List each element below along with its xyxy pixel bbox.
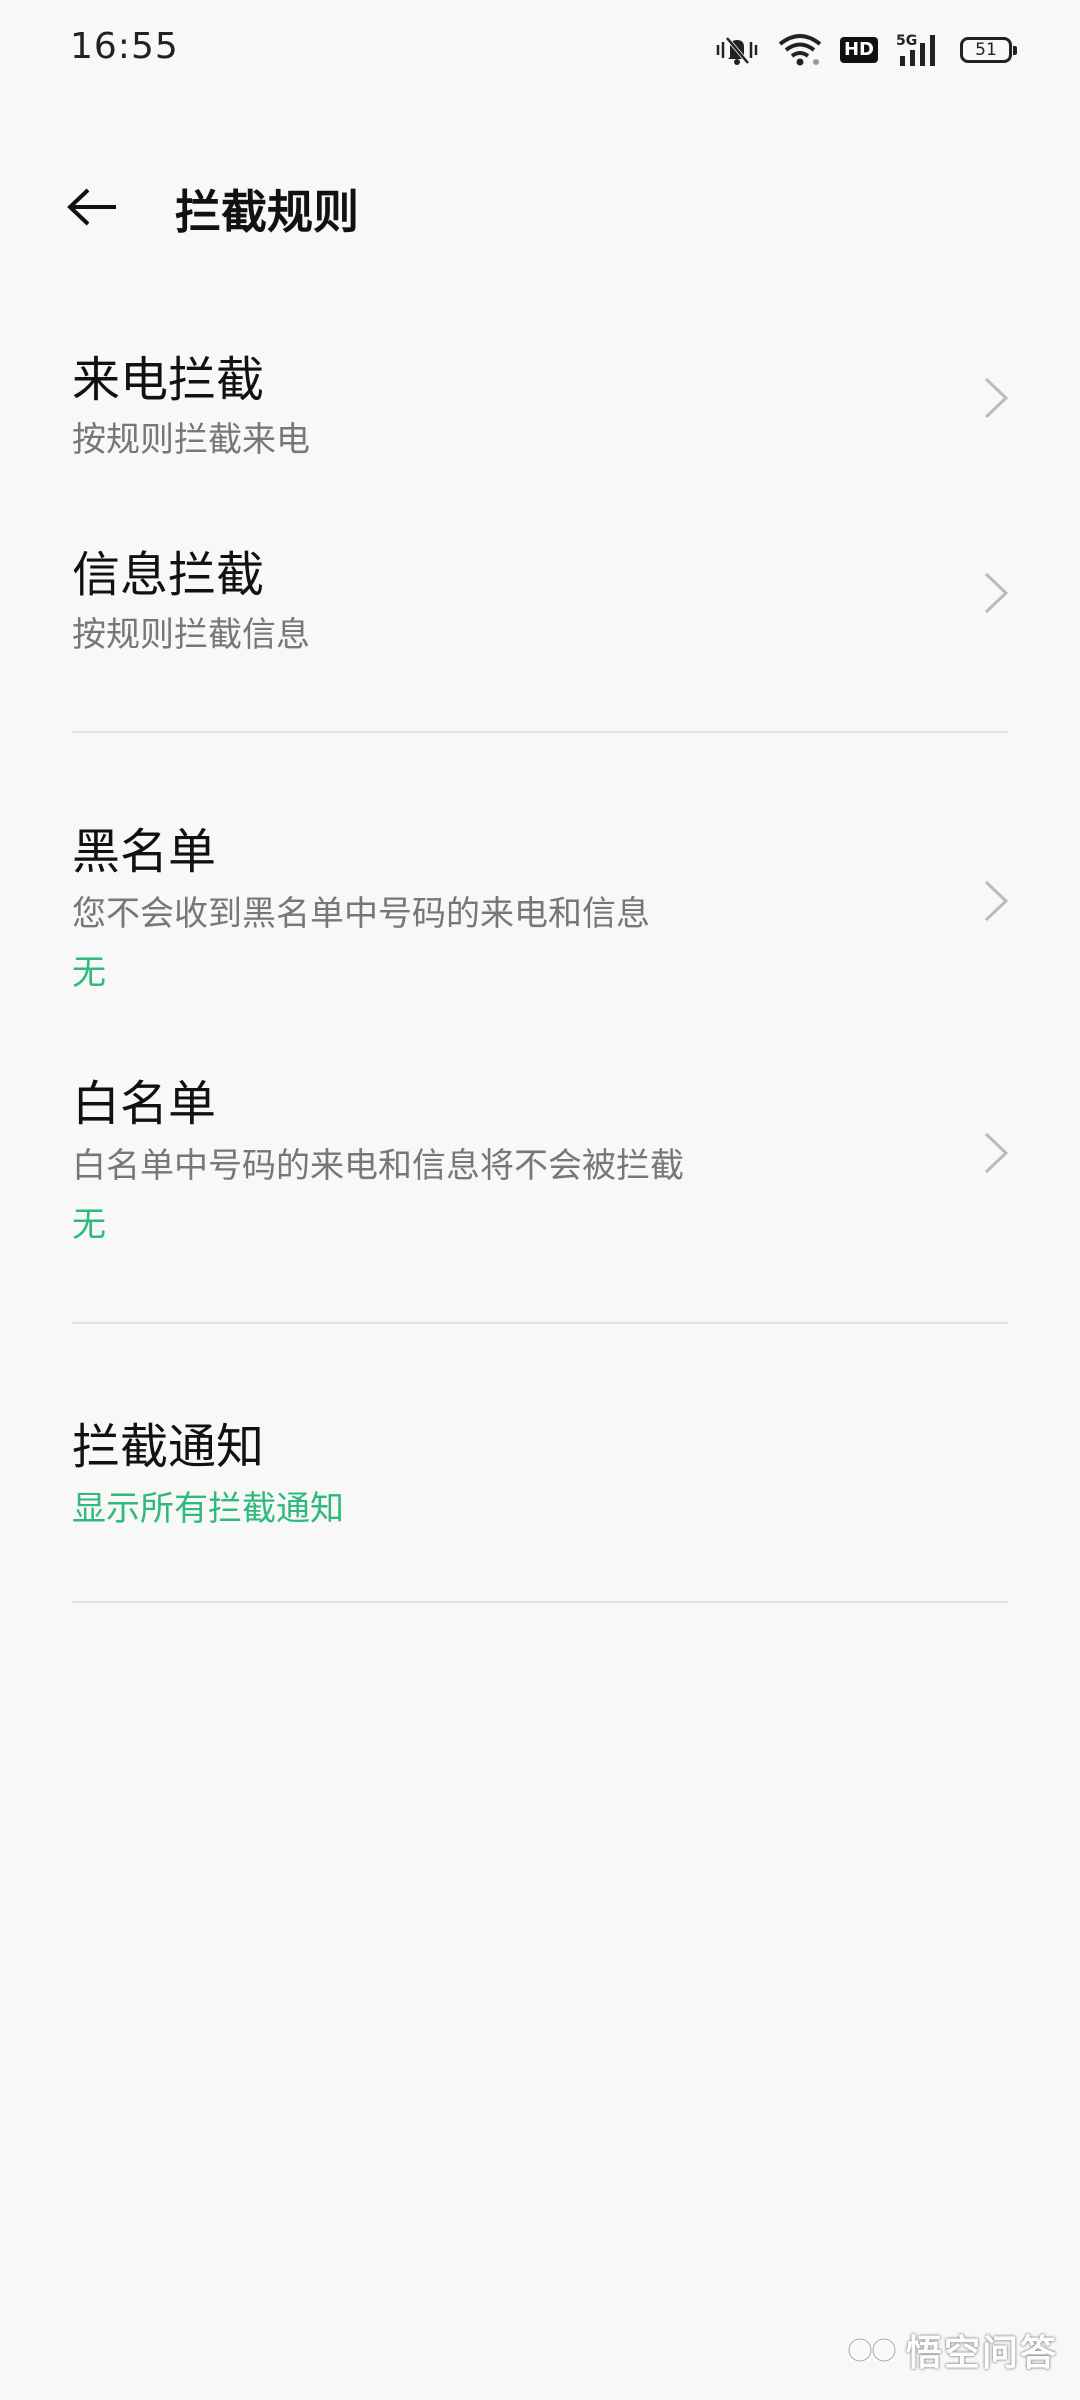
call-block-row[interactable]: 来电拦截 按规则拦截来电 [0,330,1080,470]
whitelist-subtitle: 白名单中号码的来电和信息将不会被拦截 [72,1146,684,1186]
divider [72,731,1008,733]
sms-block-title: 信息拦截 [72,547,265,603]
blacklist-row[interactable]: 黑名单 您不会收到黑名单中号码的来电和信息 无 [0,800,1080,1000]
sms-block-subtitle: 按规则拦截信息 [72,615,310,655]
watermark-logo-icon [846,2337,897,2363]
battery-level: 51 [975,40,997,60]
whitelist-value: 无 [72,1205,106,1245]
back-arrow-icon [67,188,116,226]
signal-5g-icon: 5G [896,32,942,68]
chevron-right-icon [984,377,1009,419]
notification-title: 拦截通知 [72,1419,265,1475]
sms-block-row[interactable]: 信息拦截 按规则拦截信息 [0,525,1080,665]
chevron-right-icon [984,572,1009,614]
whitelist-row[interactable]: 白名单 白名单中号码的来电和信息将不会被拦截 无 [0,1052,1080,1252]
notification-row[interactable]: 拦截通知 显示所有拦截通知 [0,1395,1080,1535]
battery-icon: 51 [960,37,1017,63]
back-button[interactable] [60,175,124,239]
divider [72,1601,1008,1603]
call-block-subtitle: 按规则拦截来电 [72,420,310,460]
network-type-label: 5G [896,33,917,49]
call-block-title: 来电拦截 [72,352,265,408]
status-bar: 16:55 HD 5G 51 [0,0,1080,100]
chevron-right-icon [984,1132,1009,1174]
status-time: 16:55 [70,26,179,67]
wifi-icon [778,33,822,67]
watermark: 悟空问答 [846,2324,1058,2376]
hd-icon: HD [839,37,878,63]
app-header: 拦截规则 [0,150,1080,260]
notification-value: 显示所有拦截通知 [72,1489,344,1529]
blacklist-subtitle: 您不会收到黑名单中号码的来电和信息 [72,894,650,934]
blacklist-value: 无 [72,953,106,993]
divider [72,1322,1008,1324]
status-icons: HD 5G 51 [714,28,1017,72]
blacklist-title: 黑名单 [72,824,217,880]
page-title: 拦截规则 [175,185,359,239]
mute-vibrate-icon [714,33,760,67]
chevron-right-icon [984,880,1009,922]
watermark-text: 悟空问答 [905,2333,1058,2374]
screen: 16:55 HD 5G 51 拦截规则 来电拦截 按规则拦截来电 信息拦截 按规… [0,0,1080,2400]
whitelist-title: 白名单 [72,1076,217,1132]
